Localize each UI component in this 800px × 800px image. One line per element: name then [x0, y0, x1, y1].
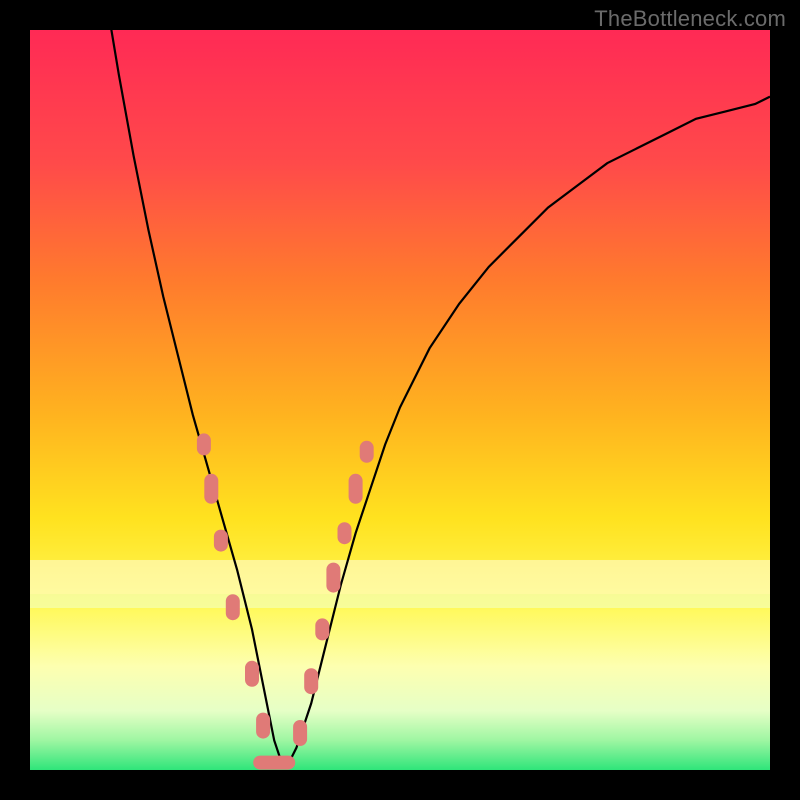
curve-marker: [315, 618, 329, 640]
curve-marker: [293, 720, 307, 746]
curve-marker: [304, 668, 318, 694]
curve-marker: [214, 530, 228, 552]
curve-marker: [349, 474, 363, 504]
curve-marker: [253, 756, 295, 770]
curve-marker: [338, 522, 352, 544]
curve-layer: [30, 30, 770, 770]
plot-area: [30, 30, 770, 770]
chart-frame: TheBottleneck.com: [0, 0, 800, 800]
curve-marker: [204, 474, 218, 504]
curve-marker: [226, 594, 240, 620]
curve-marker: [326, 563, 340, 593]
curve-marker: [256, 713, 270, 739]
curve-marker: [245, 661, 259, 687]
curve-marker: [360, 441, 374, 463]
marker-group: [197, 433, 374, 769]
bottleneck-curve: [89, 30, 770, 763]
watermark-label: TheBottleneck.com: [594, 6, 786, 32]
curve-marker: [197, 433, 211, 455]
